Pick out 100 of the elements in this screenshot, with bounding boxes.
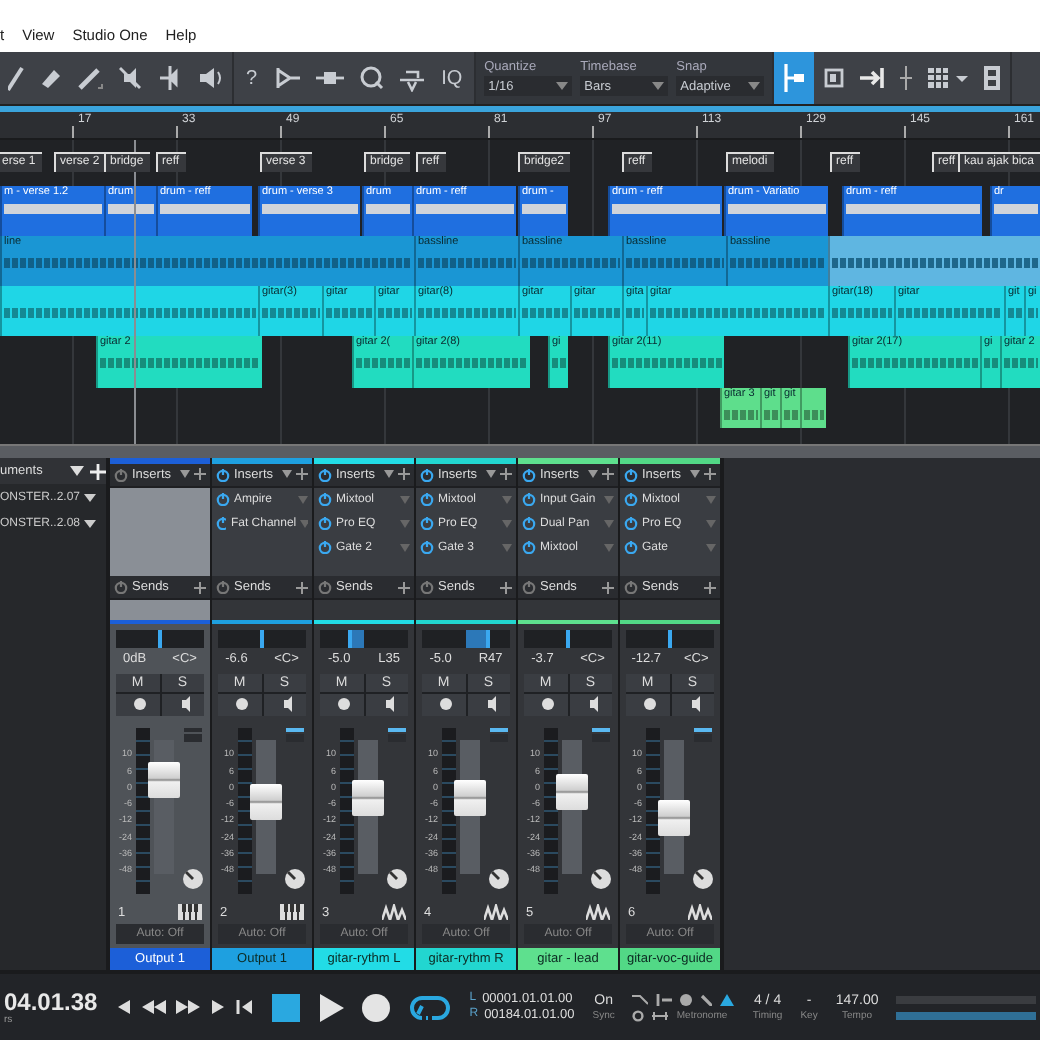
record-arm-icon[interactable] — [626, 694, 669, 717]
add-icon[interactable] — [500, 468, 512, 481]
automation-icon[interactable] — [387, 728, 405, 743]
monitor-icon[interactable] — [365, 694, 408, 717]
preroll-icon[interactable] — [656, 993, 673, 1005]
knob-icon[interactable] — [181, 868, 203, 891]
click-icon[interactable] — [680, 993, 693, 1005]
bend-icon[interactable] — [273, 64, 302, 92]
caret-icon[interactable] — [690, 470, 700, 479]
fader-handle[interactable] — [556, 773, 588, 810]
monitor-icon[interactable] — [161, 694, 204, 717]
help-button[interactable]: ? — [242, 67, 262, 89]
power-icon[interactable] — [216, 467, 230, 482]
fader-handle[interactable] — [352, 779, 384, 816]
knob-icon[interactable] — [487, 868, 509, 891]
caret-icon[interactable] — [282, 470, 292, 479]
power-icon[interactable] — [522, 540, 536, 555]
power-icon[interactable] — [420, 467, 434, 482]
snap-button[interactable] — [774, 52, 815, 104]
power-icon[interactable] — [318, 540, 332, 555]
record-arm-icon[interactable] — [320, 694, 363, 717]
record-arm-icon[interactable] — [422, 694, 465, 717]
caret-icon[interactable] — [180, 470, 190, 479]
monitor-icon[interactable] — [467, 694, 510, 717]
settings-icon[interactable] — [632, 1009, 645, 1021]
fader-handle[interactable] — [454, 779, 486, 816]
power-icon[interactable] — [522, 492, 536, 507]
power-icon[interactable] — [624, 540, 638, 555]
power-icon[interactable] — [318, 580, 332, 595]
range-icon[interactable] — [652, 1009, 669, 1021]
add-icon[interactable] — [602, 468, 614, 481]
add-icon[interactable] — [194, 468, 206, 481]
record-arm-icon[interactable] — [524, 694, 567, 717]
power-icon[interactable] — [624, 580, 638, 595]
automation-icon[interactable] — [591, 728, 609, 743]
power-icon[interactable] — [420, 492, 434, 507]
pan-slider[interactable] — [626, 629, 714, 648]
record-arm-icon[interactable] — [116, 694, 159, 717]
play-icon[interactable] — [317, 993, 344, 1021]
zoom-icon[interactable] — [357, 64, 386, 92]
power-icon[interactable] — [624, 492, 638, 507]
monitor-icon[interactable] — [263, 694, 306, 717]
automation-icon[interactable] — [489, 728, 507, 743]
cursor-follow-icon[interactable] — [822, 64, 847, 92]
iq-button[interactable]: IQ — [437, 67, 467, 89]
wrench-icon[interactable] — [700, 993, 713, 1005]
pan-slider[interactable] — [524, 629, 612, 648]
record-icon[interactable] — [361, 993, 390, 1021]
power-icon[interactable] — [522, 516, 536, 531]
audio-clip[interactable] — [828, 236, 1040, 286]
pan-slider[interactable] — [422, 629, 510, 648]
power-icon[interactable] — [114, 580, 128, 595]
pan-slider[interactable] — [218, 629, 306, 648]
add-icon[interactable] — [398, 468, 410, 481]
pan-slider[interactable] — [116, 629, 204, 648]
add-icon[interactable] — [704, 581, 716, 594]
grid-settings-icon[interactable] — [926, 64, 971, 92]
power-icon[interactable] — [318, 492, 332, 507]
audio-clip[interactable] — [0, 286, 258, 336]
add-icon[interactable] — [296, 581, 308, 594]
knob-icon[interactable] — [691, 868, 713, 891]
stop-icon[interactable] — [271, 993, 300, 1021]
knob-icon[interactable] — [283, 868, 305, 891]
add-icon[interactable] — [194, 581, 206, 594]
power-icon[interactable] — [420, 540, 434, 555]
add-icon[interactable] — [296, 468, 308, 481]
mute-tool-icon[interactable] — [116, 64, 144, 92]
caret-icon[interactable] — [70, 466, 84, 476]
pan-thumb[interactable] — [347, 629, 352, 648]
automation-icon[interactable] — [693, 728, 711, 743]
arrow-icon[interactable] — [858, 64, 887, 92]
power-icon[interactable] — [624, 467, 638, 482]
loop-icon[interactable] — [407, 993, 452, 1021]
fader-handle[interactable] — [250, 783, 282, 820]
add-icon[interactable] — [500, 581, 512, 594]
pencil-icon[interactable] — [76, 64, 104, 92]
power-icon[interactable] — [420, 580, 434, 595]
monitor-icon[interactable] — [569, 694, 612, 717]
power-icon[interactable] — [522, 467, 536, 482]
monitor-icon[interactable] — [671, 694, 714, 717]
record-arm-icon[interactable] — [218, 694, 261, 717]
speaker-icon[interactable] — [196, 64, 224, 92]
next-icon[interactable] — [209, 998, 226, 1016]
fader-handle[interactable] — [658, 800, 690, 837]
add-icon[interactable] — [602, 581, 614, 594]
power-icon[interactable] — [216, 492, 230, 507]
power-icon[interactable] — [216, 516, 227, 531]
caret-icon[interactable] — [486, 470, 496, 479]
power-icon[interactable] — [318, 516, 332, 531]
fast-forward-icon[interactable] — [175, 998, 200, 1016]
power-icon[interactable] — [420, 516, 434, 531]
caret-icon[interactable] — [384, 470, 394, 479]
power-icon[interactable] — [114, 467, 128, 482]
pan-slider[interactable] — [320, 629, 408, 648]
caret-icon[interactable] — [588, 470, 598, 479]
knob-icon[interactable] — [385, 868, 407, 891]
fader-handle[interactable] — [148, 762, 180, 799]
knob-icon[interactable] — [589, 868, 611, 891]
add-icon[interactable] — [398, 581, 410, 594]
add-icon[interactable] — [704, 468, 716, 481]
